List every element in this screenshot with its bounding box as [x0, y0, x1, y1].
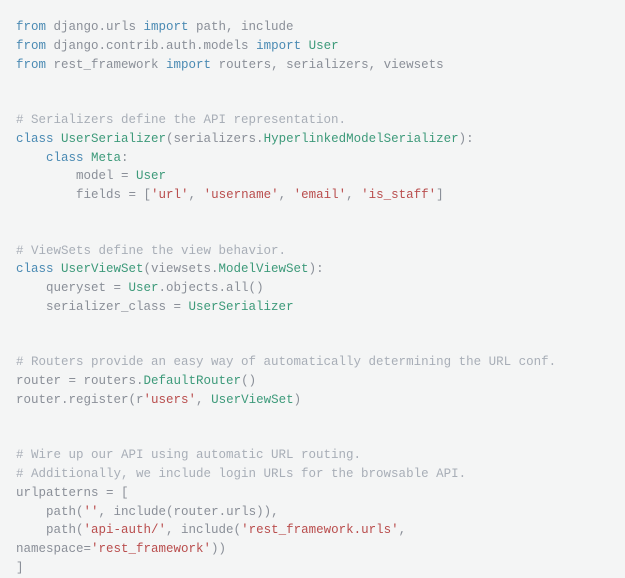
- code-line: from django.urls import path, include: [16, 20, 294, 34]
- code-line: # Routers provide an easy way of automat…: [16, 355, 556, 369]
- code-line: class UserSerializer(serializers.Hyperli…: [16, 132, 474, 146]
- code-line: class Meta:: [16, 151, 129, 165]
- code-line: class UserViewSet(viewsets.ModelViewSet)…: [16, 262, 324, 276]
- code-line: from django.contrib.auth.models import U…: [16, 39, 339, 53]
- code-line: path('api-auth/', include('rest_framewor…: [16, 523, 414, 556]
- code-line: queryset = User.objects.all(): [16, 281, 264, 295]
- code-line: from rest_framework import routers, seri…: [16, 58, 444, 72]
- code-line: router.register(r'users', UserViewSet): [16, 393, 301, 407]
- code-line: ]: [16, 561, 24, 575]
- code-line: urlpatterns = [: [16, 486, 129, 500]
- code-line: # Serializers define the API representat…: [16, 113, 346, 127]
- code-line: serializer_class = UserSerializer: [16, 300, 294, 314]
- code-block: from django.urls import path, include fr…: [16, 18, 609, 578]
- code-line: path('', include(router.urls)),: [16, 505, 279, 519]
- code-line: fields = ['url', 'username', 'email', 'i…: [16, 188, 444, 202]
- code-line: # ViewSets define the view behavior.: [16, 244, 286, 258]
- code-line: # Wire up our API using automatic URL ro…: [16, 448, 361, 462]
- code-line: model = User: [16, 169, 166, 183]
- code-line: router = routers.DefaultRouter(): [16, 374, 256, 388]
- code-line: # Additionally, we include login URLs fo…: [16, 467, 466, 481]
